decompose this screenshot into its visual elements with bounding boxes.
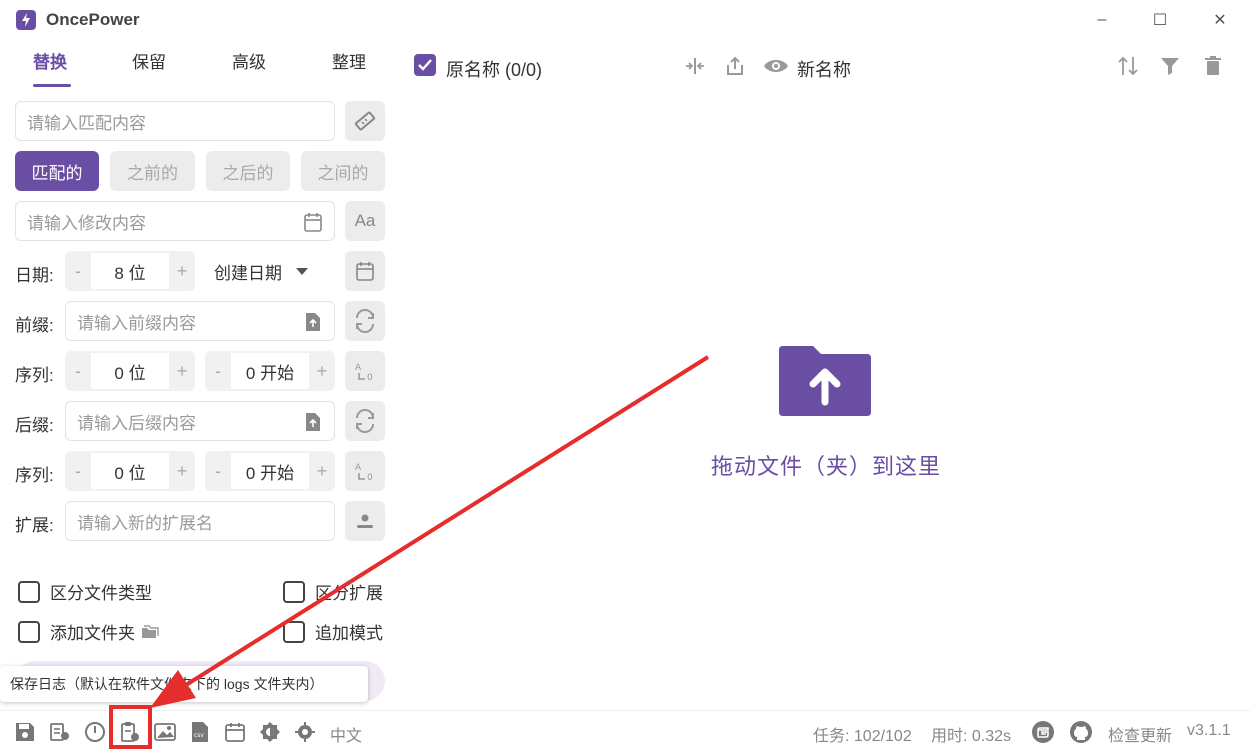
annotation-highlight-box xyxy=(109,705,152,749)
annotation-arrow xyxy=(150,355,710,708)
app-window: OncePower – ☐ ✕ 替换 保留 高级 整理 请输入匹配内容 匹配的 … xyxy=(0,0,1250,750)
